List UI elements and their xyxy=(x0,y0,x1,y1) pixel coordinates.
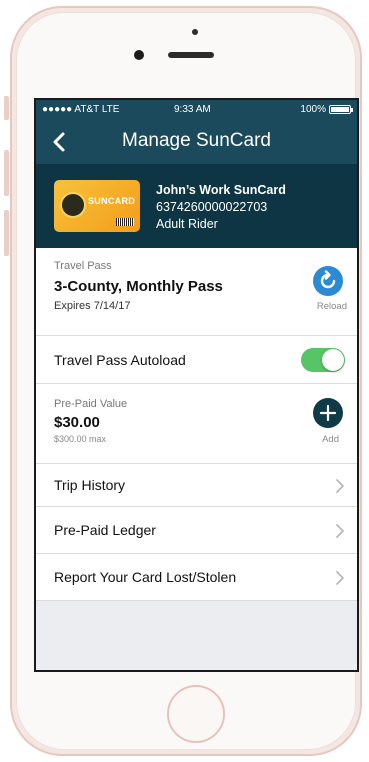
volume-up-button xyxy=(4,150,9,196)
autoload-toggle[interactable] xyxy=(301,348,345,372)
status-time: 9:33 AM xyxy=(174,104,211,115)
card-brand-text: SUNCARD xyxy=(88,196,136,206)
prepaid-max: $300.00 max xyxy=(54,434,107,444)
travel-pass-row: Travel Pass 3-County, Monthly Pass Expir… xyxy=(36,248,357,336)
battery-icon xyxy=(329,105,353,114)
autoload-row: Travel Pass Autoload xyxy=(36,336,357,384)
add-label: Add xyxy=(322,434,339,445)
barcode-icon xyxy=(116,218,134,226)
plus-icon xyxy=(319,404,337,422)
add-value-button[interactable] xyxy=(313,398,343,428)
travel-pass-expiry: Expires 7/14/17 xyxy=(54,300,131,312)
carrier-signal: ●●●●● AT&T LTE xyxy=(42,104,120,115)
prepaid-label: Pre-Paid Value xyxy=(54,398,128,410)
app-screen: ●●●●● AT&T LTE 9:33 AM 100% Manage SunCa… xyxy=(34,98,359,672)
prepaid-ledger-label: Pre-Paid Ledger xyxy=(54,522,156,538)
front-camera xyxy=(134,50,144,60)
sunrail-logo-icon xyxy=(60,192,86,218)
suncard-image: SUNCARD xyxy=(54,180,140,232)
status-bar: ●●●●● AT&T LTE 9:33 AM 100% xyxy=(36,100,357,120)
prepaid-row: Pre-Paid Value $30.00 $300.00 max Add xyxy=(36,384,357,464)
chevron-right-icon xyxy=(336,479,344,493)
toggle-knob xyxy=(322,349,344,371)
trip-history-row[interactable]: Trip History xyxy=(36,464,357,507)
card-name: John’s Work SunCard xyxy=(156,183,286,197)
report-lost-row[interactable]: Report Your Card Lost/Stolen xyxy=(36,554,357,601)
card-details: John’s Work SunCard 6374260000022703 Adu… xyxy=(156,182,286,233)
volume-down-button xyxy=(4,210,9,256)
proximity-sensor xyxy=(192,29,198,35)
chevron-right-icon xyxy=(336,571,344,585)
rider-type: Adult Rider xyxy=(156,217,218,231)
home-button[interactable] xyxy=(167,685,225,743)
mute-switch xyxy=(4,96,9,120)
travel-pass-name: 3-County, Monthly Pass xyxy=(54,278,223,295)
earpiece-speaker xyxy=(168,52,214,58)
prepaid-value: $30.00 xyxy=(54,414,100,431)
reload-button[interactable] xyxy=(313,266,343,296)
trip-history-label: Trip History xyxy=(54,477,126,493)
reload-label: Reload xyxy=(316,301,347,312)
battery-percent: 100% xyxy=(300,104,326,115)
reload-icon xyxy=(320,270,336,289)
travel-pass-label: Travel Pass xyxy=(54,260,112,272)
autoload-label: Travel Pass Autoload xyxy=(54,352,186,368)
card-options-list: Travel Pass 3-County, Monthly Pass Expir… xyxy=(36,248,357,601)
battery-status: 100% xyxy=(300,104,353,115)
card-summary: SUNCARD John’s Work SunCard 637426000002… xyxy=(36,164,357,248)
page-title: Manage SunCard xyxy=(122,130,271,151)
navigation-bar: Manage SunCard xyxy=(36,120,357,164)
card-number: 6374260000022703 xyxy=(156,200,268,214)
report-lost-label: Report Your Card Lost/Stolen xyxy=(54,569,237,585)
chevron-right-icon xyxy=(336,524,344,538)
prepaid-ledger-row[interactable]: Pre-Paid Ledger xyxy=(36,507,357,554)
